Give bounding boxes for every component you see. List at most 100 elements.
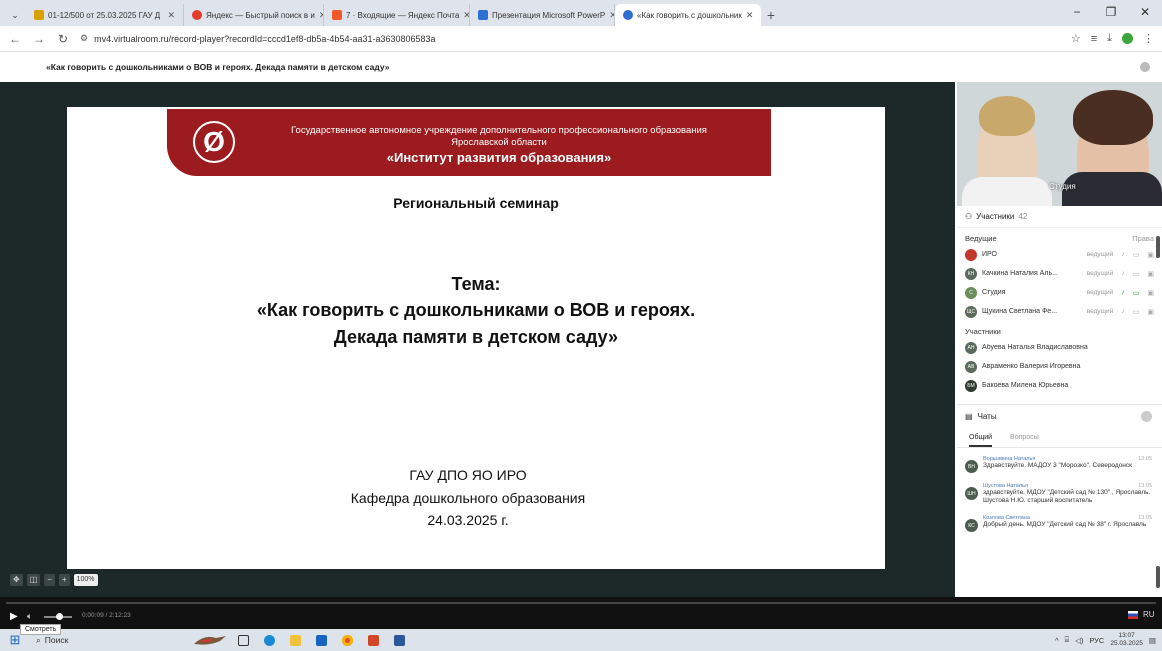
tab-questions[interactable]: Вопросы: [1010, 428, 1039, 447]
menu-kebab-icon[interactable]: ⋮: [1143, 32, 1154, 45]
chat-settings-icon[interactable]: [1141, 411, 1152, 422]
member-row[interactable]: АН Абуева Наталья Владиславовна: [957, 338, 1162, 357]
mic-icon[interactable]: ♪: [1121, 251, 1125, 258]
bird-widget-icon[interactable]: [190, 632, 230, 648]
browser-tab-1[interactable]: 01-12/500 от 25.03.2025 ГАУ Д ✕: [26, 4, 184, 26]
banner-line-1: Государственное автономное учреждение до…: [291, 125, 707, 136]
word-icon[interactable]: [386, 631, 412, 649]
host-row[interactable]: КН Качкина Наталия Аль... ведущий ♪ ▭ ▣: [957, 264, 1162, 283]
tab-label: 01-12/500 от 25.03.2025 ГАУ Д: [48, 10, 161, 20]
tab-favicon-icon: [478, 10, 488, 20]
mic-active-icon[interactable]: ♪: [1121, 289, 1125, 296]
member-row[interactable]: БМ Бакоева Милена Юрьевна: [957, 376, 1162, 395]
split-icon[interactable]: ◫: [26, 574, 41, 586]
input-language[interactable]: РУС: [1089, 636, 1104, 645]
task-view-icon[interactable]: [230, 631, 256, 649]
zoom-out-button[interactable]: −: [44, 574, 55, 586]
progress-bar[interactable]: [6, 602, 1156, 604]
participants-list: Ведущие Права ИРО ведущий ♪ ▭ ▣ КН Качки…: [957, 228, 1162, 400]
minimize-button[interactable]: −: [1060, 0, 1094, 26]
speaker-icon[interactable]: ◁): [1075, 636, 1083, 645]
theme-line-2: Декада памяти в детском саду»: [333, 327, 619, 347]
mic-icon[interactable]: ♪: [1121, 308, 1125, 315]
chat-message: КС Козлова Светлана 13:05 Добрый день. МД…: [957, 507, 1162, 534]
browser-tab-strip: ⌄ 01-12/500 от 25.03.2025 ГАУ Д ✕ Яндекс…: [0, 0, 1162, 26]
site-info-icon[interactable]: ⚙: [80, 33, 88, 44]
maximize-button[interactable]: ❐: [1094, 0, 1128, 26]
forward-arrow-icon[interactable]: →: [32, 32, 46, 46]
participant-name: Студия: [982, 289, 1006, 296]
tab-general[interactable]: Общий: [969, 428, 993, 447]
participant-role: ведущий: [1086, 289, 1114, 296]
avatar: АН: [965, 341, 977, 354]
slide-date: 24.03.2025 г.: [427, 512, 509, 528]
tab-label: Презентация Microsoft PowerP: [492, 10, 606, 20]
bookmark-star-icon[interactable]: ☆: [1071, 32, 1081, 45]
chat-scrollbar[interactable]: [1156, 566, 1160, 588]
institute-logo-icon: Ø: [193, 121, 235, 163]
new-tab-button[interactable]: +: [761, 4, 781, 26]
download-icon[interactable]: ⤓: [1107, 32, 1112, 45]
reader-icon[interactable]: ≡: [1091, 33, 1097, 45]
clock[interactable]: 13:07 25.03.2025: [1110, 632, 1143, 648]
banner-line-2: Ярославской области: [451, 137, 547, 148]
mic-icon[interactable]: ♪: [1121, 270, 1125, 277]
tab-close-icon[interactable]: ✕: [463, 10, 469, 21]
chat-message: ВН Воршавина Наталья 13:05 Здравствуйте. …: [957, 448, 1162, 475]
screen-icon[interactable]: ▣: [1147, 308, 1154, 316]
host-row[interactable]: ЩС Щукина Светлана Фе... ведущий ♪ ▭ ▣: [957, 302, 1162, 321]
back-arrow-icon[interactable]: ←: [8, 32, 22, 46]
host-row[interactable]: ИРО ведущий ♪ ▭ ▣: [957, 245, 1162, 264]
camera-icon[interactable]: ▭: [1133, 308, 1140, 316]
volume-knob[interactable]: [56, 613, 63, 620]
player-language[interactable]: RU: [1143, 610, 1155, 619]
close-window-button[interactable]: ✕: [1128, 0, 1162, 26]
volume-icon[interactable]: 🔈︎: [27, 611, 32, 622]
screen-icon[interactable]: ▣: [1147, 289, 1154, 297]
edge-icon[interactable]: [256, 631, 282, 649]
url-field[interactable]: ⚙ mv4.virtualroom.ru/record-player?recor…: [80, 33, 1061, 44]
member-row[interactable]: АВ Авраменко Валерия Игоревна: [957, 357, 1162, 376]
screen-icon[interactable]: ▣: [1147, 270, 1154, 278]
host-row[interactable]: С Студия ведущий ♪ ▭ ▣: [957, 283, 1162, 302]
tab-search-icon[interactable]: ⌄: [4, 4, 26, 26]
clock-date: 25.03.2025: [1110, 640, 1143, 647]
search-icon: ⌕: [36, 634, 41, 645]
chat-messages: ВН Воршавина Наталья 13:05 Здравствуйте. …: [957, 448, 1162, 597]
profile-icon[interactable]: [1122, 33, 1133, 44]
message-time: 13:05: [1138, 456, 1152, 462]
notifications-icon[interactable]: ▤: [1149, 636, 1156, 645]
browser-tab-5-active[interactable]: «Как говорить с дошкольник ✕: [615, 4, 761, 26]
tab-label: Яндекс — Быстрый поиск в и: [206, 10, 315, 20]
zoom-in-button[interactable]: +: [58, 574, 70, 586]
theme-label: Тема:: [451, 274, 501, 294]
camera-icon[interactable]: ▭: [1133, 270, 1140, 278]
message-text: здравствуйте. МДОУ "Детский сад № 130" ,…: [983, 489, 1151, 504]
participants-scrollbar[interactable]: [1156, 236, 1160, 258]
screen-icon[interactable]: ▣: [1147, 251, 1154, 259]
chat-header[interactable]: ▤ Чаты: [957, 404, 1162, 428]
settings-icon[interactable]: [1140, 62, 1150, 72]
fit-icon[interactable]: ✥: [10, 574, 23, 586]
chrome-icon[interactable]: [334, 631, 360, 649]
tab-label: «Как говорить с дошкольник: [637, 10, 742, 20]
tab-close-icon[interactable]: ✕: [167, 10, 175, 21]
file-explorer-icon[interactable]: [282, 631, 308, 649]
browser-tab-3[interactable]: 7 · Входящие — Яндекс Почта ✕: [324, 4, 470, 26]
reload-icon[interactable]: ↻: [56, 32, 70, 46]
network-icon[interactable]: ⌸: [1065, 635, 1070, 645]
camera-icon[interactable]: ▭: [1133, 251, 1140, 259]
play-icon[interactable]: ▶: [10, 611, 18, 622]
participants-title: Участники: [976, 212, 1015, 221]
participants-header[interactable]: ⚇ Участники 42: [957, 206, 1162, 228]
powerpoint-icon[interactable]: [360, 631, 386, 649]
zoom-value[interactable]: 100%: [73, 574, 98, 586]
avatar: БМ: [965, 379, 977, 392]
tab-close-icon[interactable]: ✕: [746, 10, 754, 21]
browser-tab-2[interactable]: Яндекс — Быстрый поиск в и ✕: [184, 4, 324, 26]
outlook-icon[interactable]: [308, 631, 334, 649]
camera-active-icon[interactable]: ▭: [1133, 289, 1140, 297]
participant-name: Бакоева Милена Юрьевна: [982, 382, 1069, 389]
tray-chevron-icon[interactable]: ^: [1055, 636, 1059, 645]
browser-tab-4[interactable]: Презентация Microsoft PowerP ✕: [470, 4, 615, 26]
